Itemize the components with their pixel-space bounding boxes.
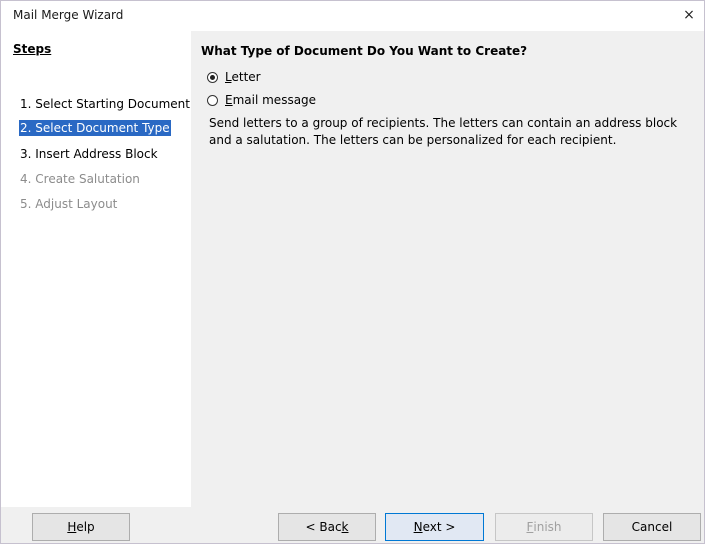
next-button[interactable]: Next > [385, 513, 484, 541]
email-message-label: Email message [225, 93, 317, 107]
back-button[interactable]: < Bac k [278, 513, 376, 541]
finish-button: Finish [495, 513, 593, 541]
step-select-starting-document[interactable]: 1. Select Starting Document [19, 96, 191, 112]
help-button[interactable]: Help [32, 513, 130, 541]
letter-label: Letter [225, 70, 261, 84]
email-message-radio[interactable] [207, 94, 218, 106]
window-title: Mail Merge Wizard [13, 8, 124, 22]
step-select-document-type[interactable]: 2. Select Document Type [19, 120, 171, 136]
step-create-salutation: 4. Create Salutation [20, 172, 140, 186]
email-message-option[interactable]: Email message [207, 93, 316, 107]
cancel-button[interactable]: Cancel [603, 513, 701, 541]
step-insert-address-block[interactable]: 3. Insert Address Block [19, 146, 159, 162]
letter-option[interactable]: Letter [207, 70, 261, 84]
main-panel: What Type of Document Do You Want to Cre… [191, 31, 704, 507]
steps-heading: Steps [13, 42, 52, 56]
step-adjust-layout: 5. Adjust Layout [20, 197, 118, 211]
document-type-description: Send letters to a group of recipients. T… [209, 116, 678, 147]
mail-merge-wizard-dialog: Mail Merge Wizard × Steps 1. Select Star… [0, 0, 705, 544]
steps-sidebar: Steps 1. Select Starting Document 2. Sel… [1, 31, 191, 507]
title-bar: Mail Merge Wizard × [1, 1, 704, 31]
page-title: What Type of Document Do You Want to Cre… [201, 44, 528, 58]
letter-radio[interactable] [207, 71, 218, 83]
close-icon[interactable]: × [674, 1, 704, 31]
